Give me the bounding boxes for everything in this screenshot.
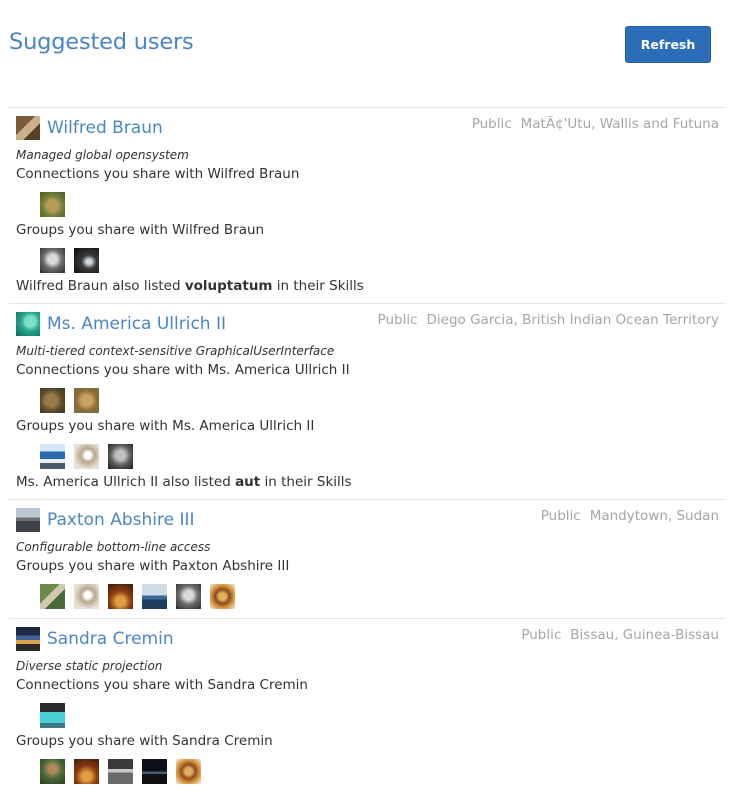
groups-thumbnails: [40, 759, 210, 784]
visibility-label: Public: [521, 627, 562, 643]
group-thumbnail[interactable]: [40, 444, 65, 469]
user-card: Sandra Cremin Public Bissau, Guinea-Bissa…: [9, 618, 726, 788]
groups-thumbnails: [40, 248, 108, 273]
user-header: Ms. America Ullrich II: [16, 312, 226, 336]
group-thumbnail[interactable]: [74, 584, 99, 609]
user-tagline: Configurable bottom-line access: [16, 540, 211, 554]
connections-thumbnails: [40, 192, 74, 217]
visibility-label: Public: [471, 116, 512, 132]
groups-thumbnails: [40, 584, 244, 609]
visibility-label: Public: [377, 312, 418, 328]
group-thumbnail[interactable]: [176, 759, 201, 784]
user-meta: Public Bissau, Guinea-Bissau: [521, 627, 719, 643]
group-thumbnail[interactable]: [108, 584, 133, 609]
user-tagline: Managed global opensystem: [16, 148, 189, 162]
user-name-link[interactable]: Sandra Cremin: [47, 629, 174, 649]
user-name-link[interactable]: Ms. America Ullrich II: [47, 314, 226, 334]
user-card: Paxton Abshire III Public Mandytown, Suda…: [9, 499, 726, 618]
shared-skills-text: Ms. America Ullrich II also listed aut i…: [16, 474, 352, 490]
group-thumbnail[interactable]: [176, 584, 201, 609]
user-card: Ms. America Ullrich II Public Diego Garci…: [9, 303, 726, 499]
connection-thumbnail[interactable]: [40, 388, 65, 413]
user-header: Paxton Abshire III: [16, 508, 195, 532]
user-avatar[interactable]: [16, 508, 40, 532]
group-thumbnail[interactable]: [40, 759, 65, 784]
groups-label: Groups you share with Ms. America Ullric…: [16, 418, 315, 434]
connection-thumbnail[interactable]: [74, 388, 99, 413]
groups-label: Groups you share with Sandra Cremin: [16, 733, 273, 749]
refresh-button[interactable]: Refresh: [625, 26, 711, 63]
skill-name: aut: [235, 474, 261, 490]
connection-thumbnail[interactable]: [40, 703, 65, 728]
location-label: Bissau, Guinea-Bissau: [570, 627, 719, 643]
group-thumbnail[interactable]: [74, 759, 99, 784]
group-thumbnail[interactable]: [40, 248, 65, 273]
user-meta: Public MatÃ¢'Utu, Wallis and Futuna: [472, 116, 719, 132]
user-name-link[interactable]: Paxton Abshire III: [47, 510, 195, 530]
group-thumbnail[interactable]: [108, 759, 133, 784]
suggested-users-page: Suggested users Refresh Wilfred Braun Pu…: [0, 0, 737, 792]
groups-thumbnails: [40, 444, 142, 469]
user-tagline: Multi-tiered context-sensitive Graphical…: [16, 344, 335, 358]
user-card: Wilfred Braun Public MatÃ¢'Utu, Wallis an…: [9, 107, 726, 303]
connection-thumbnail[interactable]: [40, 192, 65, 217]
connections-label: Connections you share with Sandra Cremin: [16, 677, 308, 693]
group-thumbnail[interactable]: [74, 248, 99, 273]
skill-name: voluptatum: [184, 278, 273, 294]
user-tagline: Diverse static projection: [16, 659, 163, 673]
page-title: Suggested users: [9, 29, 194, 55]
user-list: Wilfred Braun Public MatÃ¢'Utu, Wallis an…: [9, 107, 726, 788]
group-thumbnail[interactable]: [210, 584, 235, 609]
user-meta: Public Diego Garcia, British Indian Ocean…: [378, 312, 719, 328]
visibility-label: Public: [540, 508, 581, 524]
connections-label: Connections you share with Ms. America U…: [16, 362, 350, 378]
groups-label: Groups you share with Wilfred Braun: [16, 222, 265, 238]
location-label: Mandytown, Sudan: [589, 508, 719, 524]
group-thumbnail[interactable]: [40, 584, 65, 609]
group-thumbnail[interactable]: [142, 759, 167, 784]
user-avatar[interactable]: [16, 116, 40, 140]
connections-thumbnails: [40, 703, 74, 728]
group-thumbnail[interactable]: [74, 444, 99, 469]
connections-label: Connections you share with Wilfred Braun: [16, 166, 300, 182]
connections-thumbnails: [40, 388, 108, 413]
user-meta: Public Mandytown, Sudan: [541, 508, 719, 524]
group-thumbnail[interactable]: [108, 444, 133, 469]
user-header: Sandra Cremin: [16, 627, 174, 651]
user-name-link[interactable]: Wilfred Braun: [47, 118, 163, 138]
location-label: Diego Garcia, British Indian Ocean Terri…: [426, 312, 720, 328]
location-label: MatÃ¢'Utu, Wallis and Futuna: [520, 116, 719, 132]
shared-skills-text: Wilfred Braun also listed voluptatum in …: [16, 278, 364, 294]
group-thumbnail[interactable]: [142, 584, 167, 609]
user-header: Wilfred Braun: [16, 116, 163, 140]
groups-label: Groups you share with Paxton Abshire III: [16, 558, 290, 574]
user-avatar[interactable]: [16, 312, 40, 336]
user-avatar[interactable]: [16, 627, 40, 651]
